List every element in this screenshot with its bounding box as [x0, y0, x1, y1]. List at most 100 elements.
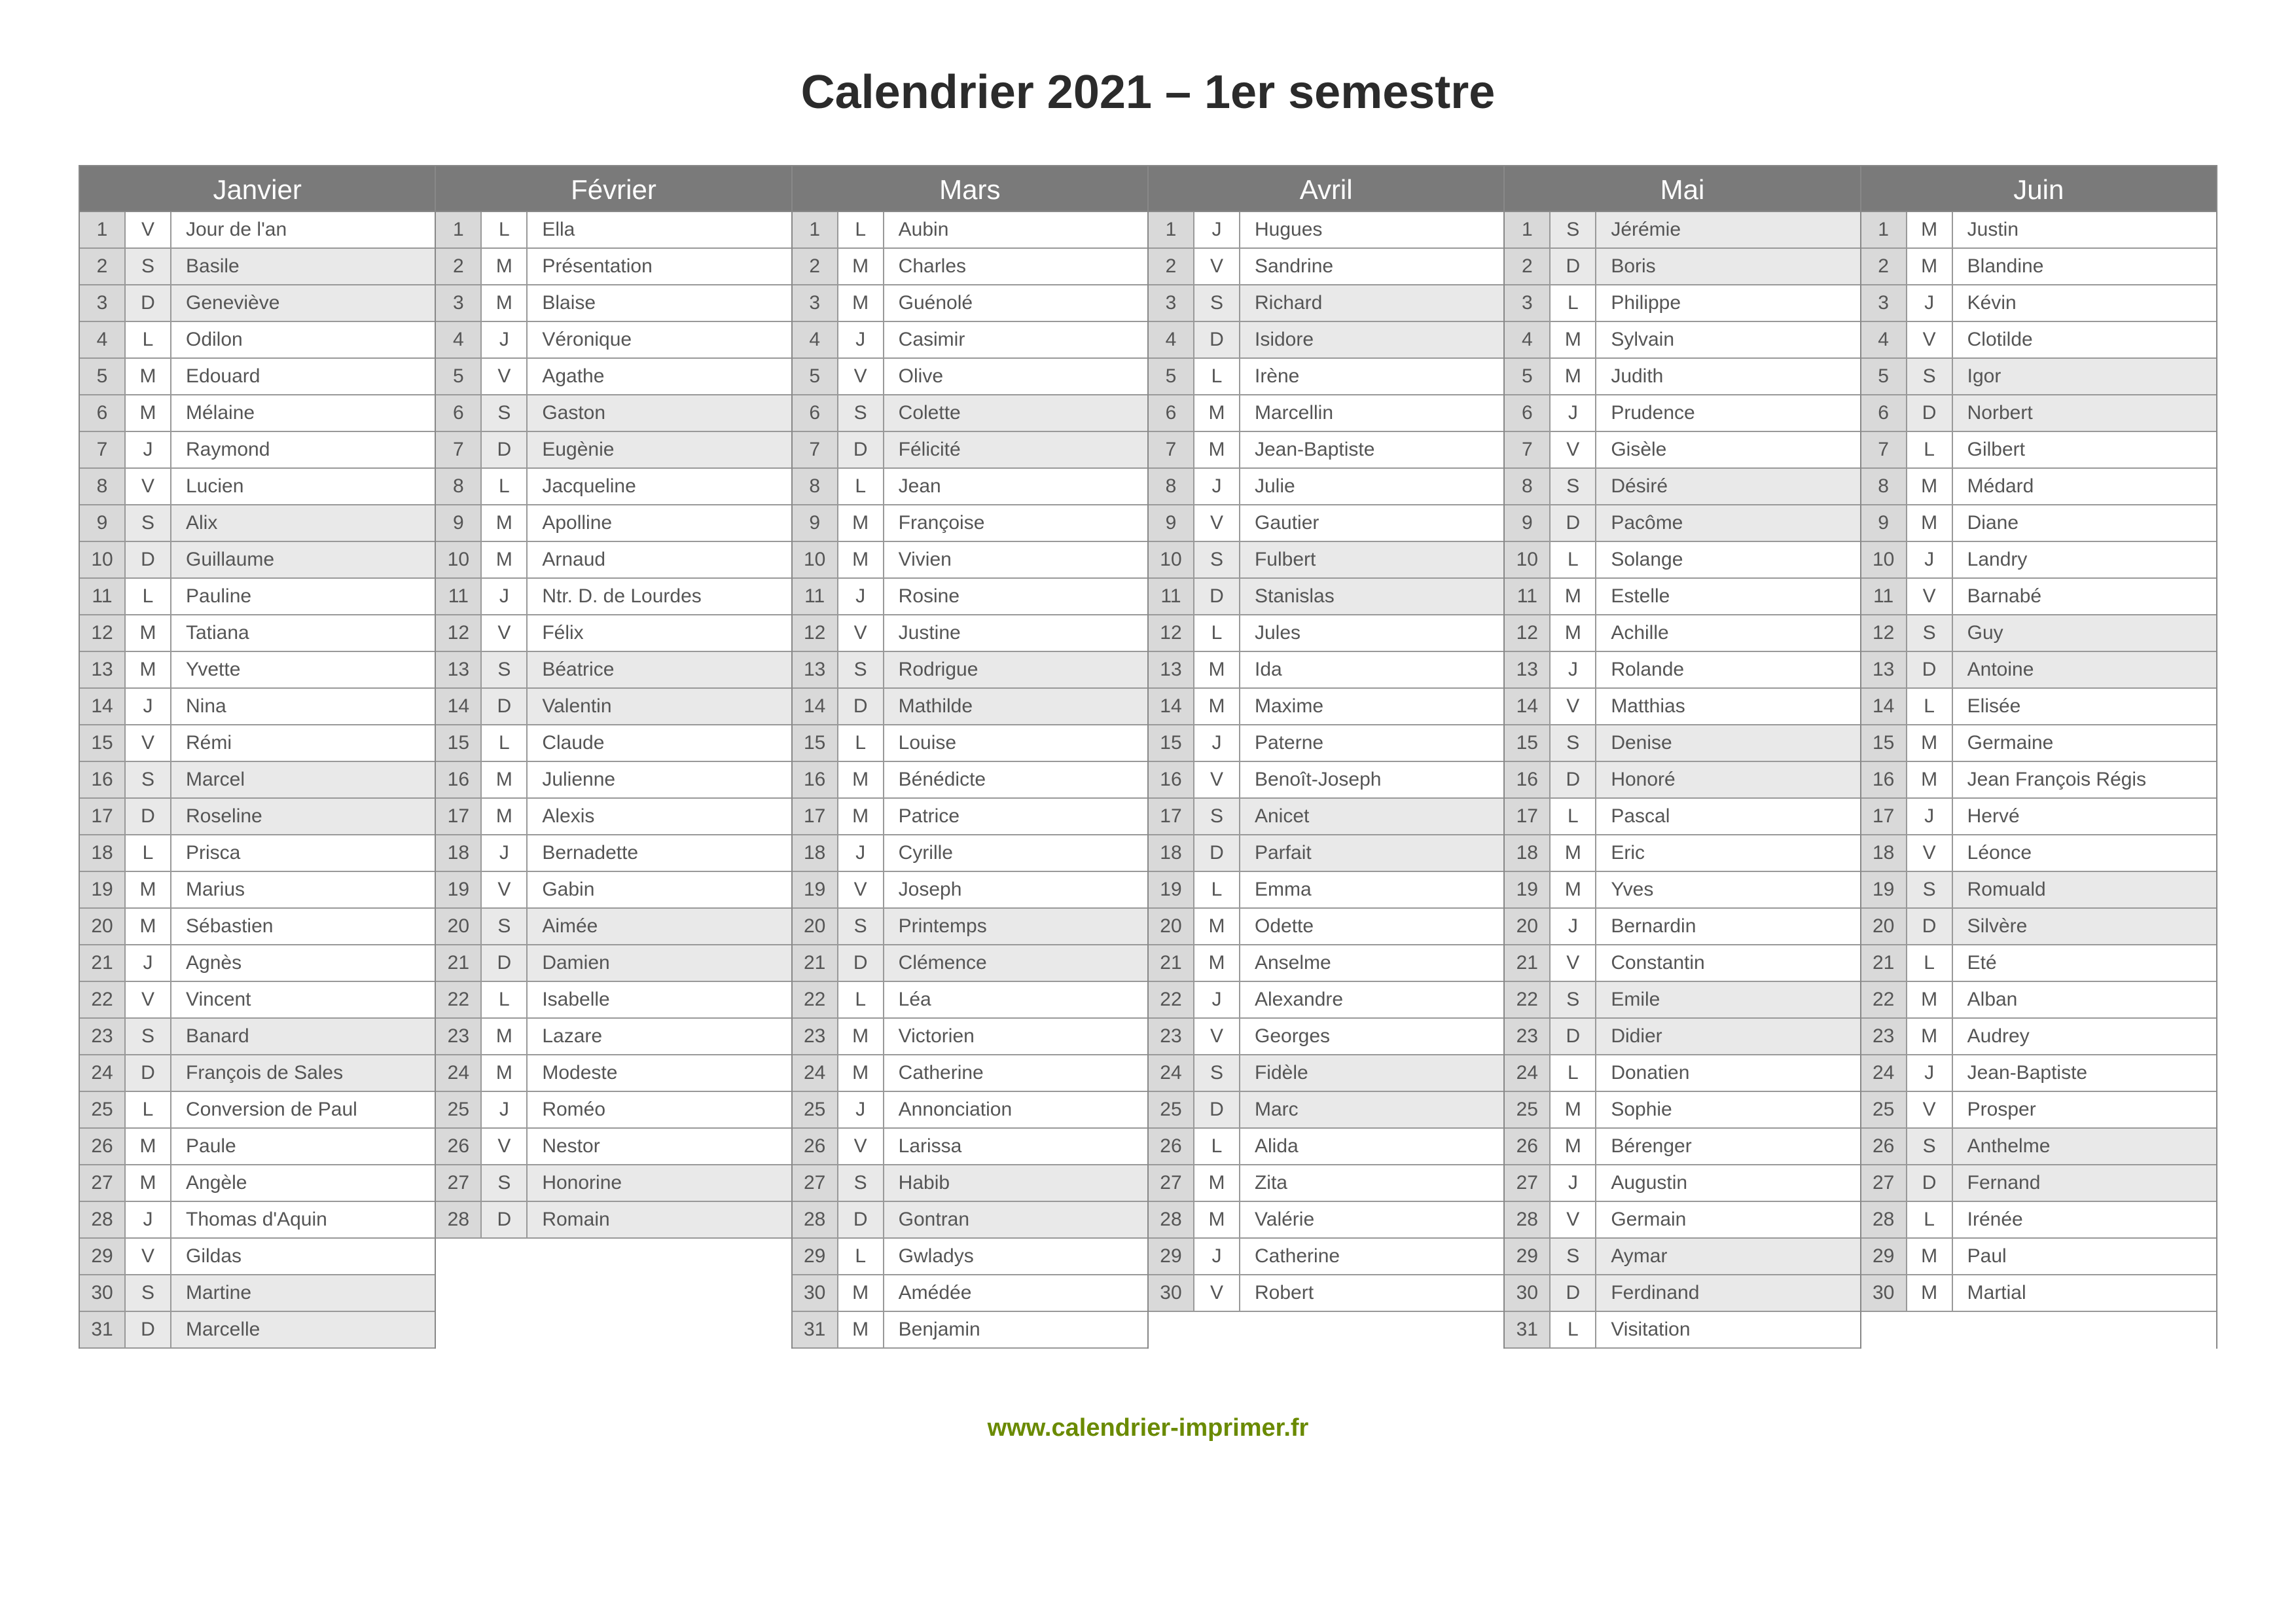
day-of-week: M — [838, 1055, 884, 1091]
day-row: 21DClémence — [793, 945, 1147, 982]
day-row: 27DFernand — [1861, 1165, 2216, 1202]
day-of-week: M — [1907, 1275, 1953, 1311]
saint-name: Barnabé — [1953, 579, 2216, 614]
day-of-week: L — [482, 725, 528, 761]
day-row: 28DRomain — [436, 1202, 791, 1239]
day-number: 1 — [80, 212, 126, 247]
saint-name: Gilbert — [1953, 432, 2216, 467]
day-row: 4VClotilde — [1861, 322, 2216, 359]
day-row: 11DStanislas — [1149, 579, 1503, 615]
saint-name: Maxime — [1240, 689, 1503, 724]
footer-link[interactable]: www.calendrier-imprimer.fr — [988, 1414, 1309, 1442]
day-of-week: M — [1194, 395, 1240, 431]
day-row: 26MBérenger — [1505, 1129, 1859, 1165]
day-of-week: V — [126, 1239, 171, 1274]
day-number: 10 — [1861, 542, 1907, 577]
day-of-week: L — [126, 835, 171, 871]
day-number: 2 — [1861, 249, 1907, 284]
saint-name: Jean-Baptiste — [1953, 1055, 2216, 1091]
day-number: 27 — [793, 1165, 838, 1201]
day-row: 12LJules — [1149, 615, 1503, 652]
day-number: 28 — [1861, 1202, 1907, 1237]
saint-name: Lazare — [528, 1019, 791, 1054]
day-of-week: L — [838, 1239, 884, 1274]
saint-name: Amédée — [884, 1275, 1147, 1311]
day-row: 14VMatthias — [1505, 689, 1859, 725]
day-of-week: D — [126, 799, 171, 834]
month-column: Février1LElla2MPrésentation3MBlaise4JVér… — [436, 165, 792, 1349]
saint-name: Gaston — [528, 395, 791, 431]
day-of-week: L — [126, 322, 171, 357]
day-of-week: V — [838, 1129, 884, 1164]
saint-name: Marc — [1240, 1092, 1503, 1127]
saint-name: Gisèle — [1596, 432, 1859, 467]
day-number: 14 — [436, 689, 482, 724]
saint-name: Thomas d'Aquin — [171, 1202, 435, 1237]
day-number: 11 — [793, 579, 838, 614]
day-of-week: V — [1551, 945, 1596, 981]
saint-name: Casimir — [884, 322, 1147, 357]
day-row: 10DGuillaume — [80, 542, 435, 579]
day-row: 20SAimée — [436, 909, 791, 945]
saint-name: Félicité — [884, 432, 1147, 467]
day-number: 8 — [1149, 469, 1194, 504]
day-of-week: L — [1551, 799, 1596, 834]
saint-name: Estelle — [1596, 579, 1859, 614]
day-number: 9 — [80, 505, 126, 541]
day-number: 8 — [80, 469, 126, 504]
saint-name: Audrey — [1953, 1019, 2216, 1054]
saint-name: Rodrigue — [884, 652, 1147, 687]
day-row: 18JCyrille — [793, 835, 1147, 872]
month-header: Janvier — [80, 165, 435, 212]
saint-name: Félix — [528, 615, 791, 651]
day-row: 9MApolline — [436, 505, 791, 542]
saint-name: Blaise — [528, 285, 791, 321]
day-of-week: S — [482, 909, 528, 944]
day-row: 5SIgor — [1861, 359, 2216, 395]
saint-name: Visitation — [1596, 1312, 1859, 1347]
saint-name: Vincent — [171, 982, 435, 1017]
day-number: 1 — [1505, 212, 1551, 247]
day-of-week: L — [1907, 432, 1953, 467]
day-of-week: M — [126, 395, 171, 431]
day-row: 21VConstantin — [1505, 945, 1859, 982]
day-number: 12 — [80, 615, 126, 651]
day-of-week: D — [482, 1202, 528, 1237]
day-of-week: S — [126, 762, 171, 797]
day-of-week: L — [838, 469, 884, 504]
day-number: 8 — [1861, 469, 1907, 504]
day-of-week: D — [838, 945, 884, 981]
month-header: Avril — [1149, 165, 1503, 212]
day-number: 8 — [793, 469, 838, 504]
saint-name: Damien — [528, 945, 791, 981]
saint-name: Alexandre — [1240, 982, 1503, 1017]
day-row: 25MSophie — [1505, 1092, 1859, 1129]
day-number: 22 — [1505, 982, 1551, 1017]
saint-name: Emma — [1240, 872, 1503, 907]
day-number: 2 — [80, 249, 126, 284]
saint-name: Landry — [1953, 542, 2216, 577]
day-of-week: J — [482, 1092, 528, 1127]
saint-name: Tatiana — [171, 615, 435, 651]
day-of-week: D — [126, 1055, 171, 1091]
day-of-week: L — [1551, 1312, 1596, 1347]
day-number: 3 — [793, 285, 838, 321]
saint-name: Patrice — [884, 799, 1147, 834]
saint-name: Romuald — [1953, 872, 2216, 907]
day-number: 27 — [1149, 1165, 1194, 1201]
saint-name: Marcellin — [1240, 395, 1503, 431]
day-of-week: J — [126, 945, 171, 981]
day-row: 24LDonatien — [1505, 1055, 1859, 1092]
day-of-week: M — [838, 249, 884, 284]
day-of-week: V — [1907, 579, 1953, 614]
day-of-week: M — [1551, 872, 1596, 907]
day-of-week: V — [1907, 835, 1953, 871]
day-number: 17 — [1861, 799, 1907, 834]
day-row: 2DBoris — [1505, 249, 1859, 285]
day-row: 25JAnnonciation — [793, 1092, 1147, 1129]
day-number: 14 — [1505, 689, 1551, 724]
saint-name: Fulbert — [1240, 542, 1503, 577]
day-row: 31MBenjamin — [793, 1312, 1147, 1349]
saint-name: Hugues — [1240, 212, 1503, 247]
day-of-week: J — [1907, 285, 1953, 321]
